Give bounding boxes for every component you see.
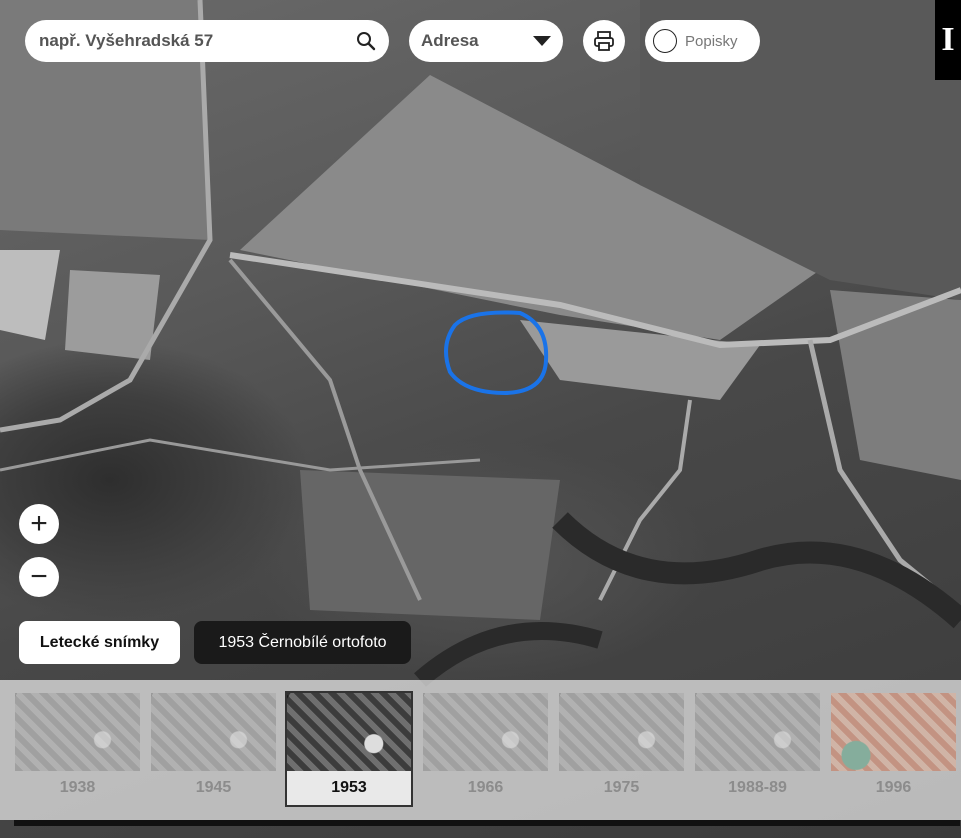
timeline-item-1996[interactable]: 1996 [831, 693, 956, 808]
search-type-select[interactable]: Adresa [409, 20, 563, 62]
timeline-item-1945[interactable]: 1945 [151, 693, 276, 808]
year-label: 1975 [603, 779, 640, 796]
year-label: 1945 [195, 779, 232, 796]
printer-icon [594, 31, 614, 51]
thumbnail-image [831, 693, 956, 771]
labels-toggle[interactable]: Popisky [645, 20, 760, 62]
timeline-item-1938[interactable]: 1938 [15, 693, 140, 808]
timeline-item-1975[interactable]: 1975 [559, 693, 684, 808]
thumbnail-image [287, 693, 411, 771]
info-button[interactable]: I [935, 0, 961, 80]
thumbnail-image [423, 693, 548, 771]
year-label: 1938 [59, 779, 96, 796]
toggle-circle-icon[interactable] [653, 29, 677, 53]
current-layer-label: 1953 Černobílé ortofoto [194, 621, 411, 664]
year-label: 1953 [331, 779, 367, 796]
thumbnail-image [15, 693, 140, 771]
year-label: 1996 [875, 779, 912, 796]
timeline-item-1953[interactable]: 1953 [285, 691, 413, 807]
search-input[interactable] [37, 30, 355, 52]
thumbnail-image [695, 693, 820, 771]
timeline-item-1988-89[interactable]: 1988-89 [695, 693, 820, 808]
thumbnail-image [151, 693, 276, 771]
thumbnail-image [559, 693, 684, 771]
aerial-photos-button[interactable]: Letecké snímky [19, 621, 180, 664]
timeline: 1938 1945 1953 1966 1975 1988-89 1996 [0, 680, 961, 820]
search-icon[interactable] [355, 30, 377, 52]
zoom-in-button[interactable]: + [19, 504, 59, 544]
year-label: 1988-89 [728, 779, 787, 796]
timeline-item-1966[interactable]: 1966 [423, 693, 548, 808]
print-button[interactable] [583, 20, 625, 62]
zoom-out-button[interactable]: − [19, 557, 59, 597]
chevron-down-icon [533, 36, 551, 46]
search-bar [25, 20, 389, 62]
search-type-value: Adresa [421, 31, 479, 50]
year-label: 1966 [467, 779, 504, 796]
labels-toggle-label: Popisky [685, 32, 738, 50]
timeline-scrollbar[interactable] [14, 820, 960, 826]
